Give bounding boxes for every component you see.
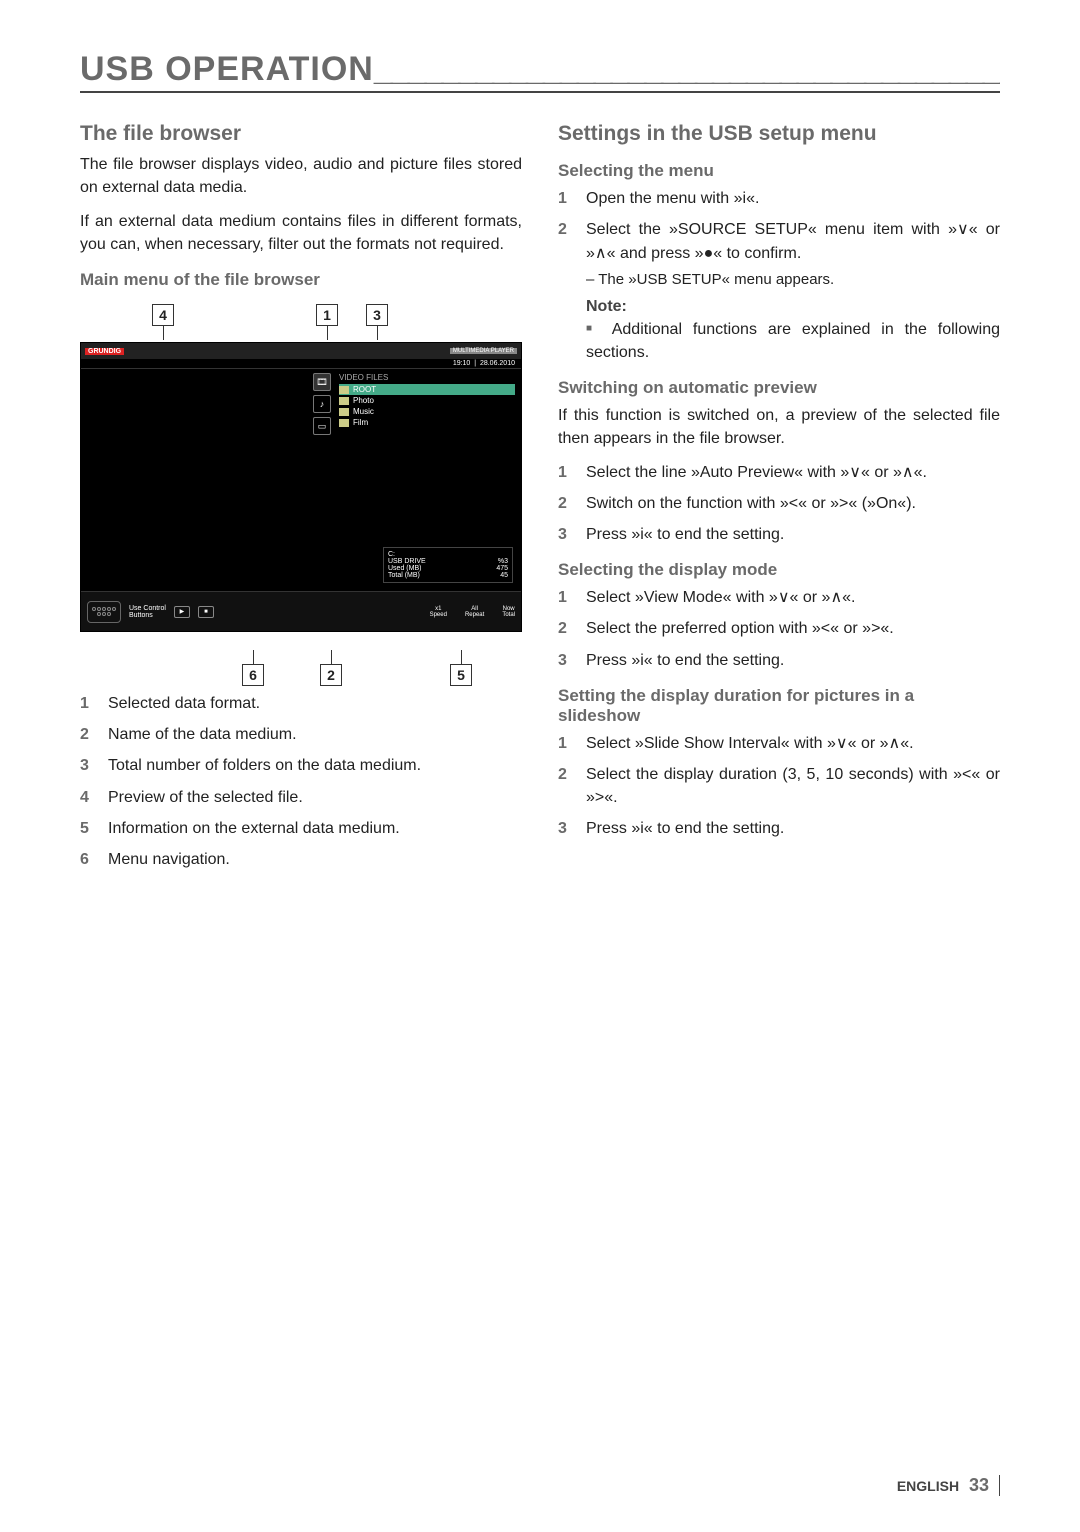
auto-preview-intro: If this function is switched on, a previ… <box>558 404 1000 450</box>
heading-selecting-menu: Selecting the menu <box>558 161 1000 181</box>
heading-auto-preview: Switching on automatic preview <box>558 378 1000 398</box>
step-text: Press »i« to end the setting. <box>586 523 1000 546</box>
step-text: Switch on the function with »<« or »>« (… <box>586 492 1000 515</box>
screenshot-mock: GRUNDIG MULTIMEDIA PLAYER 19:10 | 28.06.… <box>80 342 522 632</box>
step-text: Press »i« to end the setting. <box>586 817 1000 840</box>
file-row-root: ROOT <box>339 384 515 395</box>
legend-list: 1Selected data format. 2Name of the data… <box>80 692 522 871</box>
shot-brand: GRUNDIG <box>85 348 124 355</box>
legend-item: Name of the data medium. <box>108 723 297 746</box>
step-text: Open the menu with »i«. <box>586 187 1000 210</box>
step-text: Select the »SOURCE SETUP« menu item with… <box>586 218 1000 264</box>
legend-item: Total number of folders on the data medi… <box>108 754 421 777</box>
heading-slideshow-duration: Setting the display duration for picture… <box>558 686 1000 726</box>
page-footer: ENGLISH 33 <box>897 1475 1000 1496</box>
folder-icon <box>339 408 349 416</box>
play-icon: ▶ <box>174 606 190 618</box>
title-trail: ______________________________________ <box>374 50 1000 88</box>
callout-1: 1 <box>316 304 338 326</box>
step-text: Select the display duration (3, 5, 10 se… <box>586 763 1000 809</box>
step-text: Press »i« to end the setting. <box>586 649 1000 672</box>
drive-info-box: C: USB DRIVE Used (MB) Total (MB) %3 475… <box>383 547 513 583</box>
heading-display-mode: Selecting the display mode <box>558 560 1000 580</box>
step-text: Select »View Mode« with »∨« or »∧«. <box>586 586 1000 609</box>
callout-6: 6 <box>242 664 264 686</box>
note-title: Note: <box>586 298 1000 316</box>
legend-item: Menu navigation. <box>108 848 230 871</box>
step-text: Select the preferred option with »<« or … <box>586 617 1000 640</box>
shot-product: MULTIMEDIA PLAYER <box>450 348 517 354</box>
title-text: USB OPERATION <box>80 50 374 88</box>
shot-preview-area <box>81 369 307 559</box>
screenshot-figure: 4 1 3 GRUNDIG MULTIMEDIA PLAYER 19:10 | … <box>80 304 522 674</box>
legend-item: Selected data format. <box>108 692 260 715</box>
footer-language: ENGLISH <box>897 1478 959 1494</box>
footer-page-number: 33 <box>969 1475 989 1495</box>
step-substep: The »USB SETUP« menu appears. <box>586 269 1000 290</box>
note-body: Additional functions are explained in th… <box>586 318 1000 364</box>
file-row: Film <box>339 417 515 428</box>
callout-2: 2 <box>320 664 342 686</box>
heading-file-browser: The file browser <box>80 121 522 147</box>
heading-settings-usb: Settings in the USB setup menu <box>558 121 1000 147</box>
file-browser-p2: If an external data medium contains file… <box>80 210 522 256</box>
shot-date: 28.06.2010 <box>480 360 515 367</box>
file-row: Photo <box>339 395 515 406</box>
folder-icon <box>339 397 349 405</box>
callout-3: 3 <box>366 304 388 326</box>
file-row: Music <box>339 406 515 417</box>
remote-icon <box>87 601 121 623</box>
callout-4: 4 <box>152 304 174 326</box>
photo-tab-icon: ▭ <box>313 417 331 435</box>
video-tab-icon: 🎞 <box>313 373 331 391</box>
folder-icon <box>339 386 349 394</box>
step-text: Select »Slide Show Interval« with »∨« or… <box>586 732 1000 755</box>
files-title: VIDEO FILES <box>339 373 515 382</box>
heading-main-menu: Main menu of the file browser <box>80 270 522 290</box>
left-column: The file browser The file browser displa… <box>80 121 522 879</box>
legend-item: Information on the external data medium. <box>108 817 400 840</box>
stop-icon: ■ <box>198 606 214 618</box>
file-browser-p1: The file browser displays video, audio a… <box>80 153 522 199</box>
callout-5: 5 <box>450 664 472 686</box>
folder-icon <box>339 419 349 427</box>
shot-time: 19:10 <box>453 360 471 367</box>
music-tab-icon: ♪ <box>313 395 331 413</box>
legend-item: Preview of the selected file. <box>108 786 303 809</box>
page-title: USB OPERATION___________________________… <box>80 50 1000 93</box>
right-column: Settings in the USB setup menu Selecting… <box>558 121 1000 879</box>
step-text: Select the line »Auto Preview« with »∨« … <box>586 461 1000 484</box>
